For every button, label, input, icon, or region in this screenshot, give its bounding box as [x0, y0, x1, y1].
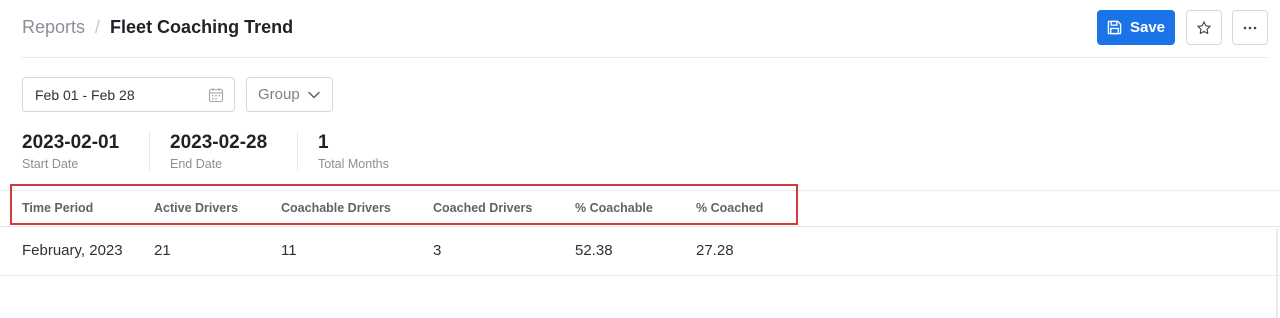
save-icon — [1107, 20, 1122, 35]
more-options-button[interactable] — [1232, 10, 1268, 45]
header-highlight-box — [10, 184, 798, 225]
cell-pct-coachable: 52.38 — [575, 242, 613, 259]
stat-end-date: 2023-02-28 End Date — [170, 132, 267, 171]
favorite-button[interactable] — [1186, 10, 1222, 45]
cell-coached-drivers: 3 — [433, 242, 442, 259]
header-divider — [22, 57, 1268, 58]
cell-pct-coached: 27.28 — [696, 242, 734, 259]
stat-total-months: 1 Total Months — [318, 132, 389, 171]
page-header: Reports / Fleet Coaching Trend Save — [0, 0, 1280, 58]
stat-value: 2023-02-01 — [22, 132, 120, 153]
table-header-divider — [0, 226, 1280, 227]
cell-active-drivers: 21 — [154, 242, 171, 259]
star-icon — [1197, 20, 1211, 34]
calendar-icon — [208, 88, 224, 103]
save-button-label: Save — [1129, 19, 1166, 36]
stat-divider — [297, 131, 298, 171]
stat-value: 1 — [318, 132, 329, 153]
date-range-picker[interactable]: Feb 01 - Feb 28 — [22, 77, 235, 112]
group-select-placeholder: Group — [258, 86, 300, 103]
stat-start-date: 2023-02-01 Start Date — [22, 132, 119, 171]
stat-label: Total Months — [318, 157, 389, 171]
more-icon — [1243, 26, 1257, 29]
breadcrumb-separator: / — [95, 17, 101, 37]
group-select[interactable]: Group — [246, 77, 333, 112]
cell-coachable-drivers: 11 — [281, 242, 297, 259]
page-title: Fleet Coaching Trend — [110, 17, 294, 37]
stat-value: 2023-02-28 — [170, 132, 268, 153]
chevron-down-icon — [308, 91, 320, 99]
breadcrumb: Reports / Fleet Coaching Trend — [22, 17, 293, 38]
stat-divider — [149, 131, 150, 171]
date-range-value: Feb 01 - Feb 28 — [35, 86, 135, 103]
cell-time-period: February, 2023 — [22, 242, 123, 259]
vertical-scrollbar[interactable] — [1276, 229, 1278, 318]
save-button[interactable]: Save — [1097, 10, 1175, 45]
stat-label: Start Date — [22, 157, 79, 171]
breadcrumb-reports-link[interactable]: Reports — [22, 17, 85, 38]
stat-label: End Date — [170, 157, 223, 171]
row-divider — [0, 275, 1280, 276]
